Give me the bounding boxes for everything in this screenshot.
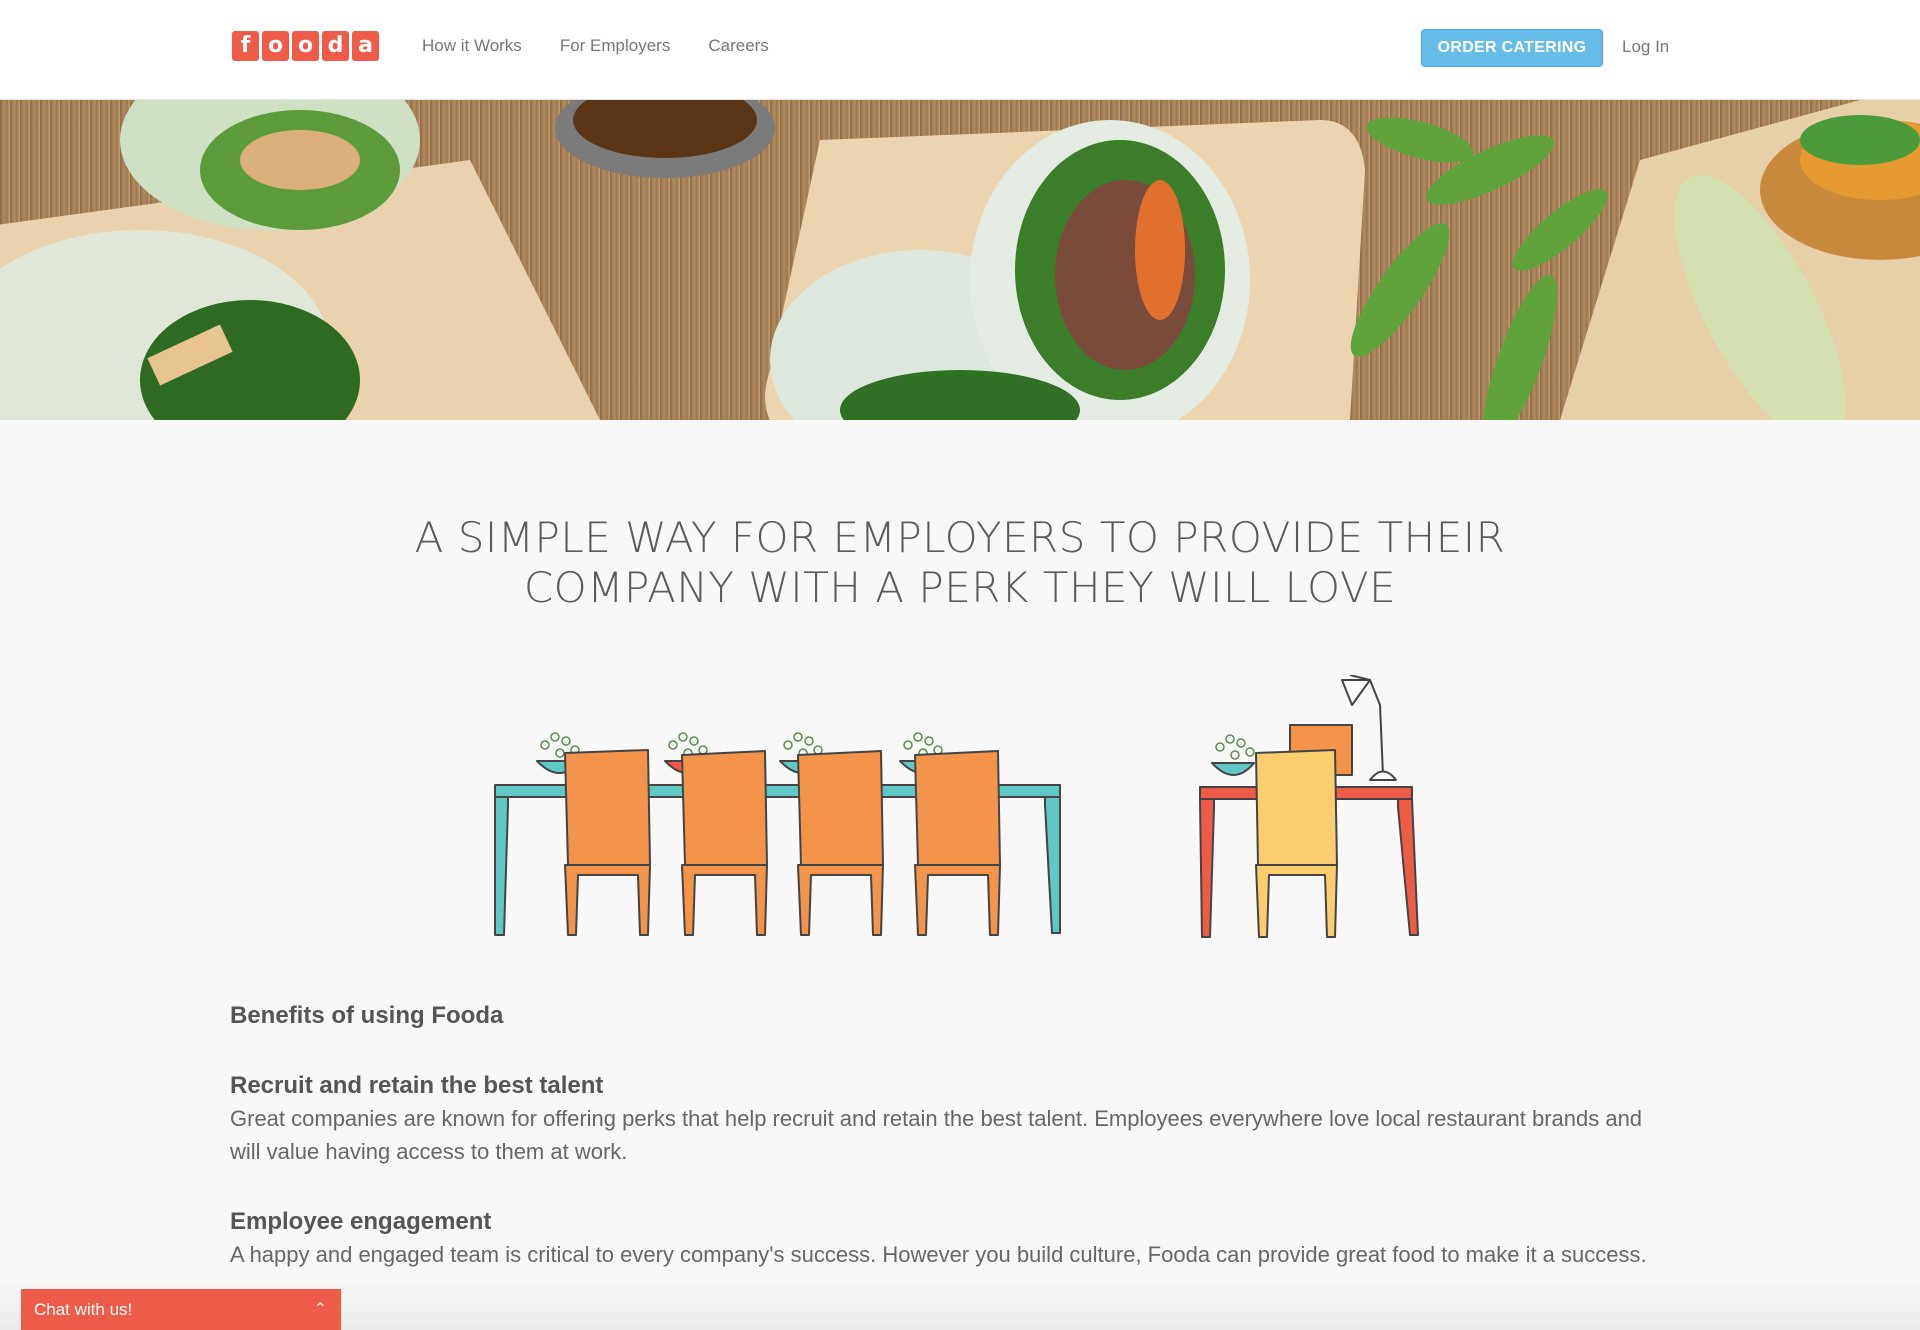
logo-letter: f xyxy=(232,31,259,61)
benefit-text: Great companies are known for offering p… xyxy=(230,1106,1643,1164)
hero-food-image xyxy=(0,100,1920,420)
logo-letter: o xyxy=(262,31,289,61)
chat-label: Chat with us! xyxy=(34,1300,133,1319)
benefits-title: Benefits of using Fooda xyxy=(230,1002,504,1029)
headline-line-1: A SIMPLE WAY FOR EMPLOYERS TO PROVIDE TH… xyxy=(414,513,1506,562)
fooda-logo[interactable]: f o o d a xyxy=(232,31,379,61)
benefit-title: Employee engagement xyxy=(230,1208,492,1235)
nav-how-it-works[interactable]: How it Works xyxy=(422,36,522,56)
main-nav: How it Works For Employers Careers xyxy=(422,36,769,56)
page-headline: A SIMPLE WAY FOR EMPLOYERS TO PROVIDE TH… xyxy=(0,513,1920,613)
headline-line-2: COMPANY WITH A PERK THEY WILL LOVE xyxy=(523,563,1397,612)
logo-letter: a xyxy=(352,31,379,61)
logo-letter: o xyxy=(292,31,319,61)
login-link[interactable]: Log In xyxy=(1622,37,1669,57)
office-tables-illustration xyxy=(494,675,1419,938)
benefit-item: Recruit and retain the best talent Great… xyxy=(230,1072,1670,1168)
order-catering-button[interactable]: ORDER CATERING xyxy=(1421,29,1603,67)
benefit-text: A happy and engaged team is critical to … xyxy=(230,1242,1647,1267)
chevron-up-icon[interactable]: ⌃ xyxy=(314,1289,327,1330)
logo-letter: d xyxy=(322,31,349,61)
chat-widget-button[interactable]: Chat with us! ⌃ xyxy=(21,1289,341,1330)
benefit-item: Employee engagement A happy and engaged … xyxy=(230,1208,1670,1271)
nav-careers[interactable]: Careers xyxy=(708,36,768,56)
site-header: f o o d a How it Works For Employers Car… xyxy=(0,0,1920,100)
hero-illustration xyxy=(0,100,1920,420)
benefit-title: Recruit and retain the best talent xyxy=(230,1072,604,1099)
benefits-section: Benefits of using Fooda Recruit and reta… xyxy=(230,1002,1670,1311)
nav-for-employers[interactable]: For Employers xyxy=(560,36,671,56)
